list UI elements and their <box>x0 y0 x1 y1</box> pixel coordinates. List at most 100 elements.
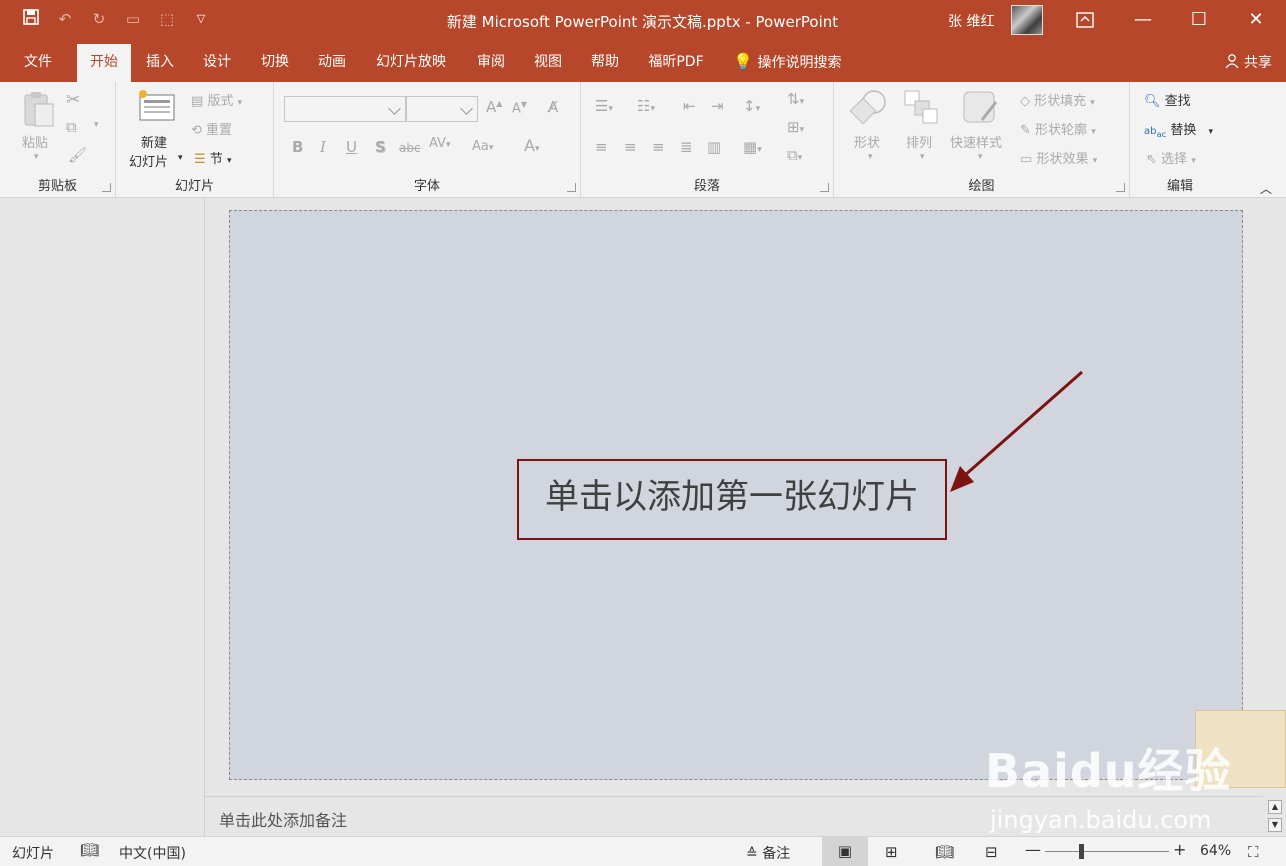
new-slide-icon[interactable] <box>138 90 176 126</box>
arrange-label[interactable]: 排列 <box>906 132 932 151</box>
tab-help[interactable]: 帮助 <box>581 44 629 82</box>
copy-icon[interactable]: ⧉ <box>66 118 77 136</box>
vertical-scrollbar[interactable]: ▲ ▼ <box>1264 796 1286 836</box>
font-name-combo[interactable] <box>284 96 406 122</box>
tab-animations[interactable]: 动画 <box>308 44 356 82</box>
collapse-ribbon-icon[interactable]: ︿ <box>1260 180 1272 197</box>
zoom-slider-track[interactable] <box>1045 851 1169 852</box>
quick-styles-label[interactable]: 快速样式 <box>950 132 1002 151</box>
text-shadow-icon[interactable]: S <box>375 138 386 156</box>
columns-icon[interactable]: ▦▾ <box>743 138 762 156</box>
tab-slideshow[interactable]: 幻灯片放映 <box>366 44 456 82</box>
present-icon[interactable]: ▭ <box>122 8 144 30</box>
scroll-up-icon[interactable]: ▲ <box>1268 800 1282 814</box>
paragraph-launcher[interactable] <box>820 183 829 192</box>
user-name[interactable]: 张 维红 <box>948 11 994 31</box>
slide-thumbnail-pane[interactable] <box>0 198 205 836</box>
new-slide-dropdown-arrow[interactable]: ▾ <box>178 153 183 163</box>
distributed-icon[interactable]: ▥ <box>707 138 721 156</box>
increase-indent-icon[interactable]: ⇥ <box>711 97 724 115</box>
new-slide-label-1[interactable]: 新建 <box>141 132 167 151</box>
fit-to-window-icon[interactable]: ⛶ <box>1248 843 1259 861</box>
decrease-indent-icon[interactable]: ⇤ <box>683 97 696 115</box>
format-painter-icon[interactable]: 🖌 <box>68 146 87 164</box>
shape-fill-button[interactable]: ◇ 形状填充 ▾ <box>1020 90 1095 109</box>
zoom-in-icon[interactable]: + <box>1173 840 1186 859</box>
close-button[interactable]: ✕ <box>1228 0 1284 40</box>
quick-styles-dropdown-arrow[interactable]: ▾ <box>978 152 983 162</box>
avatar[interactable] <box>1011 5 1043 35</box>
maximize-button[interactable]: ☐ <box>1171 0 1227 40</box>
slide-sorter-view-icon[interactable]: ⊞ <box>885 843 898 861</box>
font-size-dropdown-arrow[interactable] <box>460 102 473 115</box>
zoom-slider-thumb[interactable] <box>1079 844 1084 859</box>
align-right-icon[interactable]: ≡ <box>652 138 665 156</box>
tab-foxit-pdf[interactable]: 福昕PDF <box>640 44 712 82</box>
zoom-level[interactable]: 64% <box>1200 843 1231 859</box>
normal-view-icon[interactable]: ▣ <box>822 837 868 866</box>
copy-dropdown-arrow[interactable]: ▾ <box>94 120 99 130</box>
ribbon-display-options-button[interactable] <box>1057 0 1113 40</box>
undo-icon[interactable]: ↶ <box>54 8 76 30</box>
numbering-icon[interactable]: ☷▾ <box>637 97 655 115</box>
new-slide-label-2[interactable]: 幻灯片 <box>129 151 168 170</box>
quick-styles-icon[interactable] <box>962 90 1000 130</box>
tab-file[interactable]: 文件 <box>14 44 62 82</box>
notes-placeholder[interactable]: 单击此处添加备注 <box>219 807 347 831</box>
section-button[interactable]: ☰ 节 ▾ <box>194 148 231 167</box>
select-all-icon[interactable]: ⬚ <box>156 8 178 30</box>
line-spacing-icon[interactable]: ↕▾ <box>743 97 760 115</box>
bullets-icon[interactable]: ☰▾ <box>595 97 613 115</box>
strikethrough-icon[interactable]: abc <box>399 141 421 155</box>
character-spacing-icon[interactable]: AV▾ <box>429 136 451 151</box>
decrease-font-size-icon[interactable]: A▼ <box>512 100 527 116</box>
redo-icon[interactable]: ↻ <box>88 8 110 30</box>
align-center-icon[interactable]: ≡ <box>624 138 637 156</box>
replace-button[interactable]: abac 替换 ▾ <box>1144 119 1213 139</box>
add-first-slide-placeholder[interactable]: 单击以添加第一张幻灯片 <box>517 459 947 540</box>
minimize-button[interactable]: — <box>1115 0 1171 40</box>
tab-design[interactable]: 设计 <box>193 44 241 82</box>
notes-toggle-button[interactable]: ≙ 备注 <box>746 843 790 863</box>
slideshow-view-icon[interactable]: ⊟ <box>985 843 998 861</box>
font-size-combo[interactable] <box>406 96 478 122</box>
underline-icon[interactable]: U <box>346 138 357 156</box>
font-launcher[interactable] <box>567 183 576 192</box>
language-status[interactable]: 中文(中国) <box>119 843 186 863</box>
italic-icon[interactable]: I <box>320 138 326 156</box>
arrange-icon[interactable] <box>904 90 938 128</box>
shape-effects-button[interactable]: ▭ 形状效果 ▾ <box>1020 148 1097 167</box>
find-button[interactable]: 🔍︎ 查找 <box>1144 90 1191 109</box>
share-button[interactable]: 共享 <box>1224 52 1272 72</box>
tab-view[interactable]: 视图 <box>524 44 572 82</box>
shapes-dropdown-arrow[interactable]: ▾ <box>868 152 873 162</box>
tell-me-search[interactable]: 💡 操作说明搜索 <box>733 44 863 82</box>
scroll-down-icon[interactable]: ▼ <box>1268 818 1282 832</box>
text-direction-icon[interactable]: ⇅▾ <box>787 90 804 108</box>
paste-label[interactable]: 粘贴 <box>22 132 48 151</box>
font-color-icon[interactable]: A▾ <box>524 136 539 155</box>
bold-icon[interactable]: B <box>292 138 303 156</box>
zoom-out-icon[interactable]: — <box>1025 840 1041 859</box>
convert-to-smartart-icon[interactable]: ⧉▾ <box>787 146 802 164</box>
reset-button[interactable]: ⟲ 重置 <box>191 119 232 138</box>
align-left-icon[interactable]: ≡ <box>595 138 608 156</box>
clipboard-launcher[interactable] <box>102 183 111 192</box>
save-icon[interactable] <box>20 8 42 30</box>
tab-transitions[interactable]: 切换 <box>251 44 299 82</box>
change-case-icon[interactable]: Aa▾ <box>472 139 493 154</box>
drawing-launcher[interactable] <box>1116 183 1125 192</box>
shapes-label[interactable]: 形状 <box>854 132 880 151</box>
justify-icon[interactable]: ≣ <box>680 138 693 156</box>
tab-insert[interactable]: 插入 <box>136 44 184 82</box>
reading-view-icon[interactable]: 📖︎ <box>935 843 954 861</box>
font-name-dropdown-arrow[interactable] <box>388 102 401 115</box>
select-button[interactable]: ⇖ 选择 ▾ <box>1146 148 1196 167</box>
tab-review[interactable]: 审阅 <box>467 44 515 82</box>
align-text-icon[interactable]: ⊞▾ <box>787 118 804 136</box>
shapes-icon[interactable] <box>849 88 888 128</box>
spell-check-icon[interactable]: 📖︎ <box>80 841 99 859</box>
arrange-dropdown-arrow[interactable]: ▾ <box>920 152 925 162</box>
increase-font-size-icon[interactable]: A▲ <box>486 98 502 116</box>
cut-icon[interactable]: ✂ <box>66 90 80 110</box>
